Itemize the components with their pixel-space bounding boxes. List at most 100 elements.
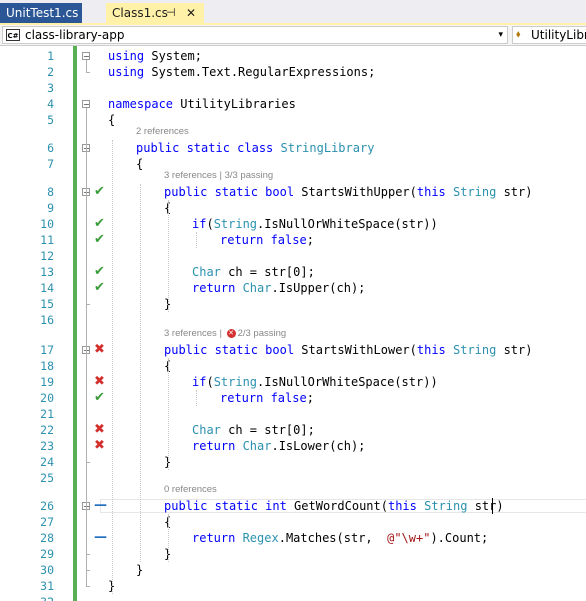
code-text: public static int GetWordCount(this Stri… xyxy=(164,498,504,514)
tab-label: UnitTest1.cs xyxy=(6,6,79,20)
tab-unittest1[interactable]: UnitTest1.cs xyxy=(0,3,82,23)
test-fail-icon[interactable]: ✖ xyxy=(94,374,105,390)
fold-toggle[interactable]: − xyxy=(82,100,90,109)
line-number: 13 xyxy=(40,265,54,279)
keyword: return false xyxy=(220,233,307,247)
code-text: return Regex.Matches(str, @"\w+").Count; xyxy=(192,530,488,546)
fold-toggle[interactable]: − xyxy=(82,52,90,61)
line-number: 25 xyxy=(40,471,54,485)
code-line[interactable]: 14 ✔ return Char.IsUpper(ch); xyxy=(0,280,586,296)
test-pass-icon[interactable]: ✔ xyxy=(94,184,105,200)
indent-guide xyxy=(196,232,197,248)
keyword: public static int xyxy=(164,499,287,513)
code-token: { xyxy=(108,113,116,127)
test-fail-icon[interactable]: ✖ xyxy=(94,422,105,438)
code-line[interactable]: 16 xyxy=(0,312,586,328)
code-line[interactable]: 7{ xyxy=(0,156,586,172)
code-line[interactable]: 9{ xyxy=(0,200,586,216)
line-number: 8 xyxy=(47,185,54,199)
code-line[interactable]: 20 ✔ return false; xyxy=(0,390,586,406)
codelens-tests[interactable]: 3/3 passing xyxy=(225,170,274,181)
code-line[interactable]: 28 — return Regex.Matches(str, @"\w+").Cou… xyxy=(0,530,586,546)
text-caret xyxy=(492,498,493,514)
fold-line xyxy=(86,354,87,462)
type-name: Char xyxy=(192,423,221,437)
code-line[interactable]: 10 ✔ if(String.IsNullOrWhiteSpace(str)) xyxy=(0,216,586,232)
code-line[interactable]: 25 xyxy=(0,470,586,486)
code-text: } xyxy=(136,562,143,578)
code-token: ch = str[0]; xyxy=(220,265,315,279)
test-pass-icon[interactable]: ✔ xyxy=(94,280,105,296)
line-number: 14 xyxy=(40,281,54,295)
code-editor[interactable]: 1 using System; 2 using System.Text.Regular… xyxy=(0,46,586,601)
line-number: 4 xyxy=(47,97,54,111)
code-token: str) xyxy=(496,343,533,357)
code-line[interactable]: 12 xyxy=(0,248,586,264)
test-not-run-icon[interactable]: — xyxy=(94,530,107,546)
line-number: 15 xyxy=(40,297,54,311)
codelens-references[interactable]: 0 references xyxy=(164,484,217,495)
test-pass-icon[interactable]: ✔ xyxy=(94,390,105,406)
keyword: namespace xyxy=(108,97,174,111)
fold-line xyxy=(86,510,87,554)
type-name: Char xyxy=(192,265,221,279)
type-name: String xyxy=(213,217,258,231)
csharp-project-icon: C# xyxy=(6,29,20,41)
project-dropdown[interactable]: C# class-library-app ▾ xyxy=(2,26,508,44)
tab-class1[interactable]: Class1.cs ⊣ ✕ xyxy=(106,3,204,23)
close-icon[interactable]: ✕ xyxy=(186,3,196,23)
codelens-references[interactable]: 3 references | xyxy=(164,170,225,181)
pin-icon[interactable]: ⊣ xyxy=(166,3,176,23)
code-text: namespace UtilityLibraries xyxy=(108,96,296,112)
fold-end xyxy=(86,304,90,305)
type-name: Char xyxy=(235,439,272,453)
code-line[interactable]: 27{ xyxy=(0,514,586,530)
chevron-down-icon: ▾ xyxy=(498,30,503,40)
class-icon: ⬧ xyxy=(516,29,521,40)
code-token: str) xyxy=(467,499,504,513)
code-text: { xyxy=(108,112,115,128)
code-text: Char ch = str[0]; xyxy=(192,264,315,280)
code-token: System; xyxy=(144,49,202,63)
code-line[interactable]: 5{ xyxy=(0,112,586,128)
type-name: Char xyxy=(235,281,272,295)
test-pass-icon[interactable]: ✔ xyxy=(94,264,105,280)
member-name: UtilityLibra xyxy=(531,28,586,42)
code-text: return false; xyxy=(220,390,314,406)
code-line[interactable]: 19 ✖ if(String.IsNullOrWhiteSpace(str)) xyxy=(0,374,586,390)
keyword: return xyxy=(192,531,236,545)
test-pass-icon[interactable]: ✔ xyxy=(94,232,105,248)
code-line[interactable]: 32 xyxy=(0,594,586,601)
member-dropdown[interactable]: ⬧ UtilityLibra xyxy=(512,26,586,44)
code-text: return Char.IsLower(ch); xyxy=(192,438,365,454)
test-fail-icon[interactable]: ✖ xyxy=(94,438,105,454)
fold-end xyxy=(86,72,90,73)
code-line[interactable]: 22 ✖ Char ch = str[0]; xyxy=(0,422,586,438)
code-line[interactable]: 23 ✖ return Char.IsLower(ch); xyxy=(0,438,586,454)
code-line[interactable]: 18{ xyxy=(0,358,586,374)
line-number: 11 xyxy=(40,233,54,247)
test-fail-icon[interactable]: ✖ xyxy=(94,342,105,358)
code-line[interactable]: 21 xyxy=(0,406,586,422)
tab-label: Class1.cs xyxy=(112,6,168,20)
navigation-bar: C# class-library-app ▾ ⬧ UtilityLibra xyxy=(0,25,586,46)
codelens-references[interactable]: 2 references xyxy=(136,126,189,137)
project-name: class-library-app xyxy=(25,28,125,42)
code-text: public static bool StartsWithUpper(this … xyxy=(164,184,532,200)
codelens-references[interactable]: 3 references | xyxy=(164,328,225,339)
codelens-indicator[interactable]: 2 references xyxy=(136,124,189,140)
codelens-indicator[interactable]: 0 references xyxy=(164,482,217,498)
fold-end xyxy=(86,586,90,587)
codelens-indicator[interactable]: 3 references | ✕ 2/3 passing xyxy=(164,326,286,342)
line-number: 6 xyxy=(47,141,54,155)
code-line[interactable]: 3 xyxy=(0,80,586,96)
code-line[interactable]: 11 ✔ return false; xyxy=(0,232,586,248)
codelens-tests[interactable]: 2/3 passing xyxy=(238,328,287,339)
code-text: public static class StringLibrary xyxy=(136,140,374,156)
code-text: { xyxy=(136,156,143,172)
test-not-run-icon[interactable]: — xyxy=(94,498,107,514)
test-pass-icon[interactable]: ✔ xyxy=(94,216,105,232)
code-token: .IsNullOrWhiteSpace(str)) xyxy=(257,375,438,389)
code-line[interactable]: 13 ✔ Char ch = str[0]; xyxy=(0,264,586,280)
codelens-indicator[interactable]: 3 references | 3/3 passing xyxy=(164,168,273,184)
